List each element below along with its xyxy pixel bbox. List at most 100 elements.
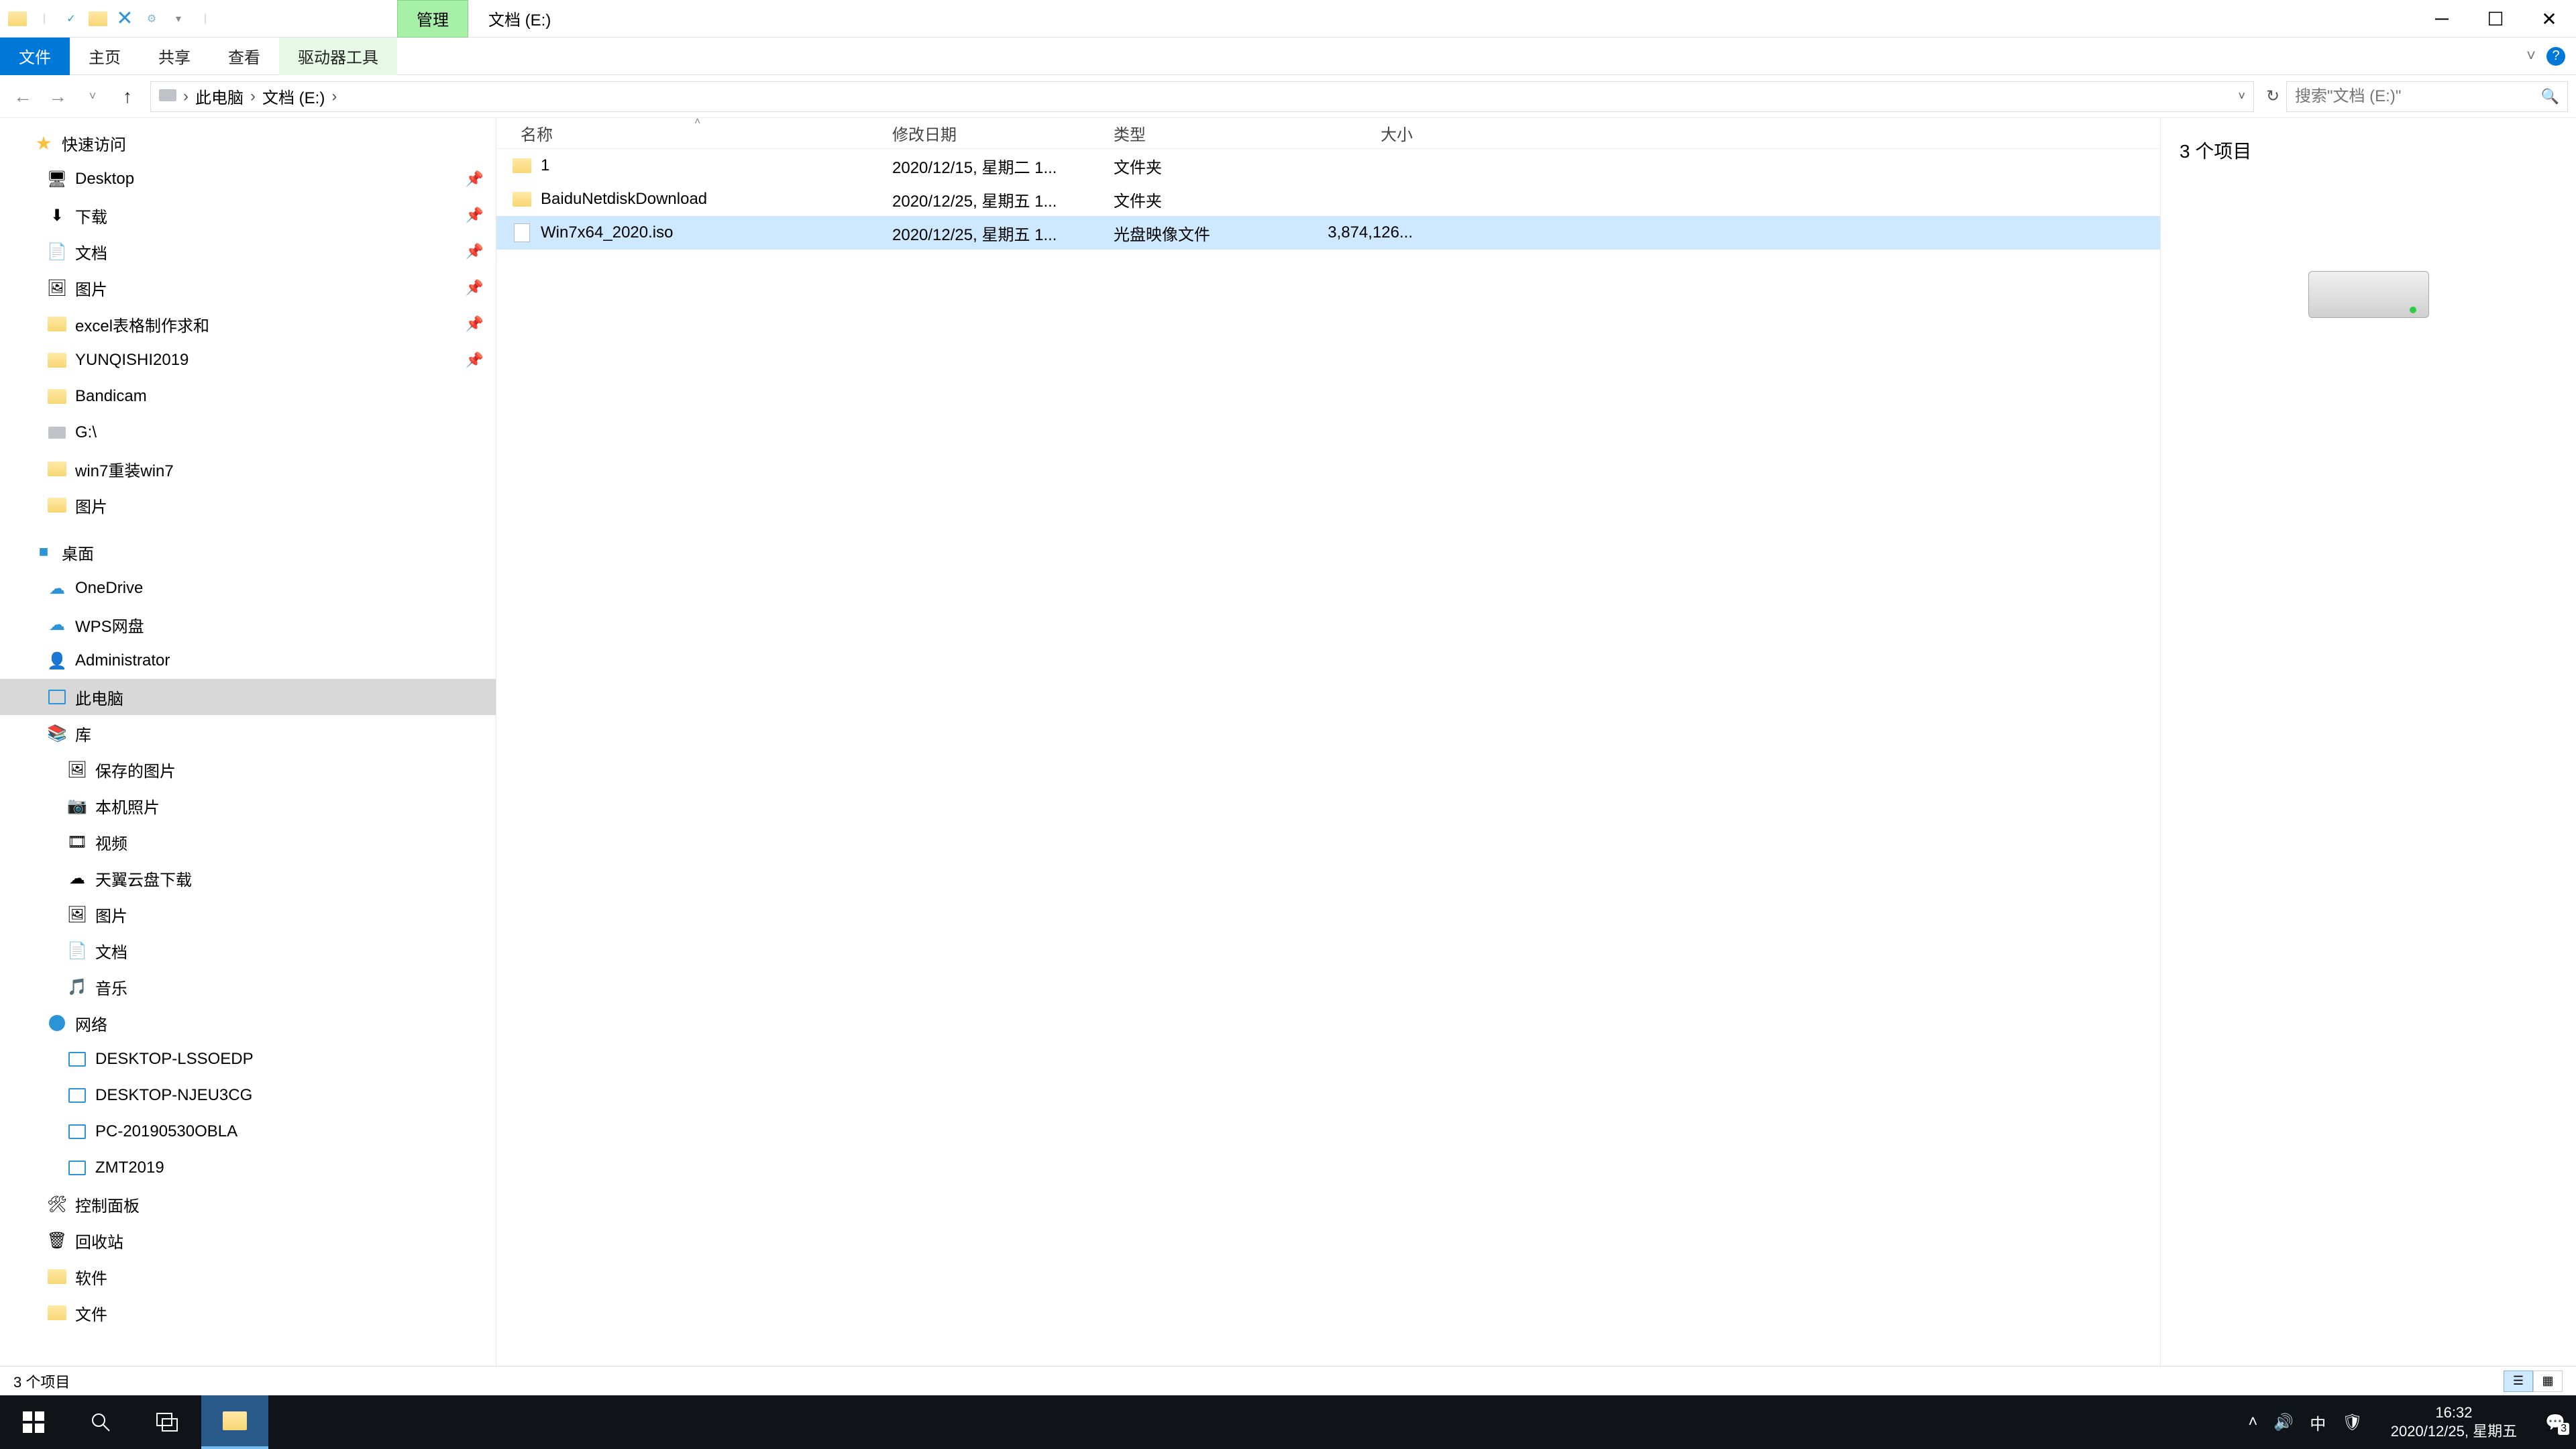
- close-button[interactable]: ✕: [2522, 0, 2576, 38]
- tree-saved-pictures[interactable]: 🖼保存的图片: [0, 751, 496, 788]
- file-row[interactable]: BaiduNetdiskDownload 2020/12/25, 星期五 1...…: [496, 182, 2160, 216]
- qat-settings-icon[interactable]: ⚙: [141, 8, 162, 30]
- breadcrumb-separator: ›: [183, 87, 189, 106]
- address-dropdown-icon[interactable]: ˅: [2238, 89, 2245, 103]
- tree-documents[interactable]: 📄文档📌: [0, 233, 496, 270]
- pictures-icon: 🖼: [67, 904, 87, 924]
- nav-back-button[interactable]: ←: [11, 86, 35, 107]
- tree-documents-lib[interactable]: 📄文档: [0, 932, 496, 969]
- tree-yunqishi[interactable]: YUNQISHI2019📌: [0, 342, 496, 378]
- volume-icon[interactable]: 🔊: [2273, 1413, 2294, 1432]
- tree-win7reinstall[interactable]: win7重装win7: [0, 451, 496, 487]
- task-view-button[interactable]: [134, 1395, 201, 1449]
- tray-overflow-icon[interactable]: ˄: [2248, 1413, 2257, 1432]
- refresh-button[interactable]: ↻: [2259, 87, 2286, 106]
- file-name: BaiduNetdiskDownload: [541, 190, 707, 209]
- tree-pictures-2[interactable]: 图片: [0, 487, 496, 523]
- search-box[interactable]: 🔍: [2286, 81, 2568, 112]
- tree-pictures[interactable]: 🖼图片📌: [0, 270, 496, 306]
- tree-videos[interactable]: 🎞视频: [0, 824, 496, 860]
- column-size[interactable]: 大小: [1295, 121, 1429, 145]
- maximize-button[interactable]: ☐: [2469, 0, 2522, 38]
- tree-excel-folder[interactable]: excel表格制作求和📌: [0, 306, 496, 342]
- tree-network[interactable]: 网络: [0, 1005, 496, 1041]
- search-icon: [91, 1412, 111, 1432]
- qat-dropdown-icon[interactable]: ▾: [168, 8, 189, 30]
- tree-desktop[interactable]: 🖥Desktop📌: [0, 161, 496, 197]
- ribbon-file-tab[interactable]: 文件: [0, 38, 70, 75]
- folder-icon: [513, 192, 531, 207]
- window-controls: ─ ☐ ✕: [2415, 0, 2576, 38]
- tree-recycle-bin[interactable]: 🗑回收站: [0, 1222, 496, 1258]
- nav-tree[interactable]: ★快速访问 🖥Desktop📌 ⬇下载📌 📄文档📌 🖼图片📌 excel表格制作…: [0, 118, 496, 1366]
- column-name[interactable]: ˄名称: [496, 121, 892, 145]
- column-date[interactable]: 修改日期: [892, 121, 1114, 145]
- file-row[interactable]: Win7x64_2020.iso2020/12/25, 星期五 1...光盘映像…: [496, 216, 2160, 250]
- ribbon-share-tab[interactable]: 共享: [140, 38, 209, 75]
- tree-tianyi[interactable]: ☁天翼云盘下载: [0, 860, 496, 896]
- tree-this-pc[interactable]: 此电脑: [0, 679, 496, 715]
- start-button[interactable]: [0, 1395, 67, 1449]
- tree-libraries[interactable]: 📚库: [0, 715, 496, 751]
- ribbon-drive-tools-tab[interactable]: 驱动器工具: [279, 38, 397, 75]
- nav-history-dropdown[interactable]: ˅: [80, 89, 105, 103]
- view-icons-button[interactable]: ▦: [2533, 1371, 2563, 1392]
- qat-folder-icon[interactable]: [87, 8, 109, 30]
- file-size: 3,874,126...: [1295, 223, 1429, 242]
- tree-downloads[interactable]: ⬇下载📌: [0, 197, 496, 233]
- help-icon[interactable]: ?: [2546, 47, 2565, 66]
- tree-pc1[interactable]: DESKTOP-LSSOEDP: [0, 1041, 496, 1077]
- breadcrumb-this-pc[interactable]: 此电脑: [195, 85, 244, 108]
- tree-software[interactable]: 软件: [0, 1258, 496, 1295]
- qat-check-icon[interactable]: ✓: [60, 8, 82, 30]
- file-row[interactable]: 12020/12/15, 星期二 1...文件夹: [496, 149, 2160, 182]
- tree-files[interactable]: 文件: [0, 1295, 496, 1331]
- minimize-button[interactable]: ─: [2415, 0, 2469, 38]
- network-icon: [47, 1013, 67, 1033]
- tree-onedrive[interactable]: ☁OneDrive: [0, 570, 496, 606]
- tree-pc2[interactable]: DESKTOP-NJEU3CG: [0, 1077, 496, 1114]
- nav-buttons: ← → ˅ ↑: [0, 86, 150, 107]
- ribbon-collapse-icon[interactable]: ˅: [2526, 47, 2536, 66]
- tree-desktop-root[interactable]: ■桌面: [0, 534, 496, 570]
- ime-indicator[interactable]: 中: [2310, 1411, 2326, 1434]
- taskbar-clock[interactable]: 16:32 2020/12/25, 星期五: [2379, 1403, 2529, 1441]
- nav-forward-button[interactable]: →: [46, 86, 70, 107]
- preview-item-count: 3 个项目: [2180, 137, 2557, 164]
- tree-wps[interactable]: ☁WPS网盘: [0, 606, 496, 643]
- tree-pc3[interactable]: PC-20190530OBLA: [0, 1114, 496, 1150]
- tree-control-panel[interactable]: 🛠控制面板: [0, 1186, 496, 1222]
- address-bar[interactable]: › 此电脑 › 文档 (E:) › ˅: [150, 81, 2254, 112]
- manage-contextual-tab[interactable]: 管理: [397, 0, 468, 38]
- tree-administrator[interactable]: 👤Administrator: [0, 643, 496, 679]
- column-type[interactable]: 类型: [1114, 121, 1295, 145]
- breadcrumb-drive[interactable]: 文档 (E:): [262, 85, 325, 108]
- tree-camera-roll[interactable]: 📷本机照片: [0, 788, 496, 824]
- action-center-icon[interactable]: 💬3: [2545, 1413, 2565, 1432]
- qat-close-icon[interactable]: ✕: [114, 8, 136, 30]
- windows-icon: [23, 1411, 44, 1433]
- pin-icon: 📌: [466, 243, 484, 260]
- file-explorer-taskbar-button[interactable]: [201, 1395, 268, 1449]
- tree-bandicam[interactable]: Bandicam: [0, 378, 496, 415]
- search-button[interactable]: [67, 1395, 134, 1449]
- file-name: Win7x64_2020.iso: [541, 223, 673, 242]
- security-icon[interactable]: 🛡: [2342, 1413, 2362, 1432]
- search-icon[interactable]: 🔍: [2541, 88, 2559, 105]
- tree-quick-access[interactable]: ★快速访问: [0, 125, 496, 161]
- view-details-button[interactable]: ☰: [2504, 1371, 2533, 1392]
- tree-pictures-lib[interactable]: 🖼图片: [0, 896, 496, 932]
- ribbon-home-tab[interactable]: 主页: [70, 38, 140, 75]
- file-date: 2020/12/25, 星期五 1...: [892, 188, 1114, 211]
- nav-up-button[interactable]: ↑: [115, 86, 140, 107]
- main-body: ★快速访问 🖥Desktop📌 ⬇下载📌 📄文档📌 🖼图片📌 excel表格制作…: [0, 118, 2576, 1366]
- tree-music[interactable]: 🎵音乐: [0, 969, 496, 1005]
- window-title: 文档 (E:): [488, 7, 551, 30]
- search-input[interactable]: [2295, 87, 2541, 106]
- recycle-icon: 🗑: [47, 1230, 67, 1250]
- tree-gdrive[interactable]: G:\: [0, 415, 496, 451]
- breadcrumb-separator: ›: [331, 87, 337, 106]
- folder-icon: [47, 459, 67, 479]
- ribbon-view-tab[interactable]: 查看: [209, 38, 279, 75]
- tree-pc4[interactable]: ZMT2019: [0, 1150, 496, 1186]
